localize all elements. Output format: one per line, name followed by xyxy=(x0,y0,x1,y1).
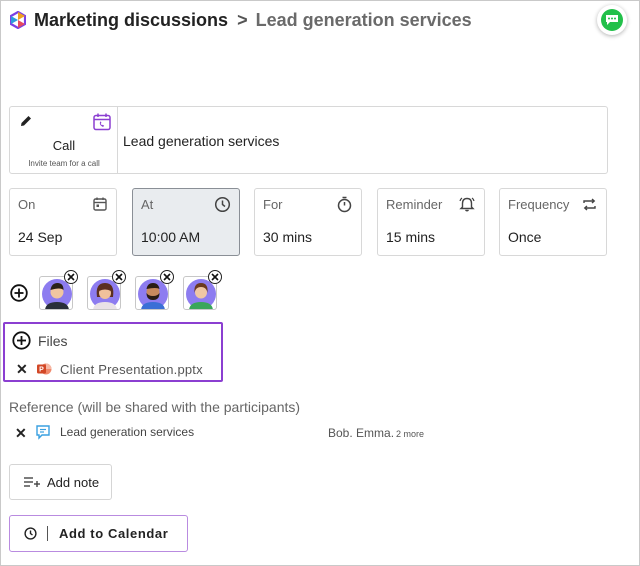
breadcrumb: Marketing discussions > Lead generation … xyxy=(10,8,472,32)
participant-chip[interactable] xyxy=(39,270,78,312)
duration-field[interactable]: For 30 mins xyxy=(254,188,362,256)
call-subject-field[interactable]: Lead generation services xyxy=(118,107,279,173)
app-logo-icon xyxy=(10,11,26,29)
reminder-field[interactable]: Reminder 15 mins xyxy=(377,188,485,256)
reference-name[interactable]: Lead generation services xyxy=(60,425,194,439)
chat-button[interactable] xyxy=(597,5,627,35)
clock-icon xyxy=(214,196,231,213)
frequency-field[interactable]: Frequency Once xyxy=(499,188,607,256)
remove-participant-icon[interactable] xyxy=(112,270,126,284)
call-type-selector[interactable]: Call Invite team for a call xyxy=(10,107,118,173)
file-name[interactable]: Client Presentation.pptx xyxy=(60,362,203,377)
repeat-icon xyxy=(583,198,596,211)
remove-participant-icon[interactable] xyxy=(160,270,174,284)
calendar-call-icon xyxy=(93,113,111,131)
participant-chip[interactable] xyxy=(87,270,126,312)
remove-participant-icon[interactable] xyxy=(64,270,78,284)
add-file-icon[interactable] xyxy=(12,331,31,350)
duration-field-value: 30 mins xyxy=(263,229,313,245)
date-field-value: 24 Sep xyxy=(18,229,63,245)
call-type-label: Call xyxy=(52,138,76,153)
reminder-field-value: 15 mins xyxy=(386,229,436,245)
page-title[interactable]: Marketing discussions xyxy=(34,10,228,31)
bell-icon xyxy=(459,197,475,212)
files-label: Files xyxy=(38,333,68,349)
add-participant-icon[interactable] xyxy=(10,284,28,302)
reminder-field-label: Reminder xyxy=(386,197,443,212)
chat-bubble-icon xyxy=(36,425,50,440)
add-note-label: Add note xyxy=(47,474,100,490)
time-field-label: At xyxy=(141,197,154,212)
date-field-label: On xyxy=(18,197,36,212)
reference-people-names: Bob. Emma. xyxy=(328,426,395,440)
duration-field-label: For xyxy=(263,197,283,212)
call-details: Call Invite team for a call Lead generat… xyxy=(9,106,608,174)
date-field[interactable]: On 24 Sep xyxy=(9,188,117,256)
participant-chip[interactable] xyxy=(183,270,222,312)
svg-text:P: P xyxy=(39,367,44,374)
frequency-field-label: Frequency xyxy=(508,197,570,212)
reference-participants: Bob. Emma. 2 more xyxy=(328,426,424,440)
frequency-field-value: Once xyxy=(508,229,542,245)
clock-icon xyxy=(24,527,37,540)
chat-icon xyxy=(606,15,618,25)
time-field-value: 10:00 AM xyxy=(141,229,201,245)
button-divider xyxy=(47,526,48,541)
remove-participant-icon[interactable] xyxy=(208,270,222,284)
breadcrumb-separator: > xyxy=(237,9,248,30)
files-section: Files ✕ P Client Presentation.pptx xyxy=(3,322,223,382)
remove-file-icon[interactable]: ✕ xyxy=(16,361,28,378)
page-subtitle: Lead generation services xyxy=(255,9,472,30)
add-to-calendar-button[interactable]: Add to Calendar xyxy=(9,515,188,552)
add-note-button[interactable]: Add note xyxy=(9,464,112,500)
participant-chip[interactable] xyxy=(135,270,174,312)
add-to-calendar-label: Add to Calendar xyxy=(59,526,169,541)
powerpoint-icon: P xyxy=(37,363,52,375)
reference-more-count[interactable]: 2 more xyxy=(396,429,424,439)
pencil-icon[interactable] xyxy=(19,114,33,128)
time-field[interactable]: At 10:00 AM xyxy=(132,188,240,256)
call-type-hint: Invite team for a call xyxy=(28,159,100,168)
add-note-icon xyxy=(24,477,40,487)
remove-reference-icon[interactable]: ✕ xyxy=(15,425,27,442)
reference-heading: Reference (will be shared with the parti… xyxy=(9,399,301,415)
timer-icon xyxy=(337,196,352,213)
calendar-icon xyxy=(93,197,107,211)
